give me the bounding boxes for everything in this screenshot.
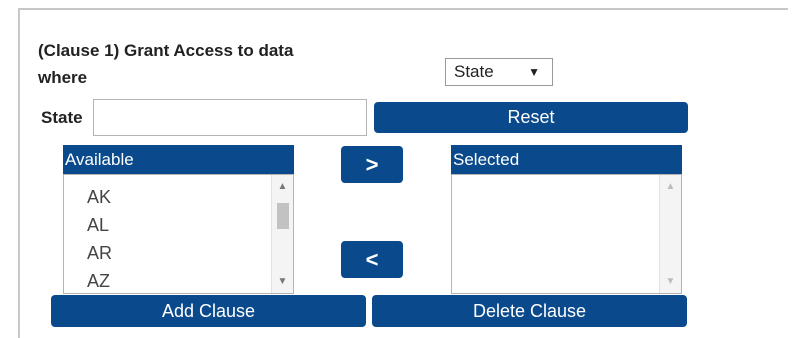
chevron-right-icon: > (365, 152, 379, 177)
clause-heading-line2: where (38, 68, 88, 87)
list-item[interactable]: AK (87, 187, 111, 208)
list-item[interactable]: AL (87, 215, 109, 236)
state-label: State (41, 108, 83, 127)
move-right-button[interactable]: > (341, 146, 403, 183)
scroll-down-arrow-icon[interactable]: ▼ (272, 276, 293, 287)
list-item[interactable]: AZ (87, 271, 110, 292)
selected-scrollbar[interactable]: ▲ ▼ (659, 175, 681, 293)
available-header: Available (63, 145, 294, 174)
selected-header: Selected (451, 145, 682, 174)
add-clause-button[interactable]: Add Clause (51, 295, 366, 327)
state-input[interactable] (93, 99, 367, 136)
filter-field-value: State (454, 62, 494, 81)
scroll-up-arrow-icon[interactable]: ▲ (272, 181, 293, 192)
move-left-button[interactable]: < (341, 241, 403, 278)
clause-heading: (Clause 1) Grant Access to data where (38, 37, 293, 91)
clause-heading-line1: (Clause 1) Grant Access to data (38, 41, 294, 60)
delete-clause-button[interactable]: Delete Clause (372, 295, 687, 327)
scroll-down-arrow-icon[interactable]: ▼ (660, 276, 681, 287)
available-scrollbar[interactable]: ▲ ▼ (271, 175, 293, 293)
list-item[interactable]: AR (87, 243, 112, 264)
chevron-left-icon: < (365, 247, 379, 272)
dropdown-caret-icon: ▼ (528, 65, 540, 79)
available-listbox[interactable]: AK AL AR AZ ▲ ▼ (63, 174, 294, 294)
reset-button[interactable]: Reset (374, 102, 688, 133)
scrollbar-thumb[interactable] (277, 203, 289, 229)
filter-field-select[interactable]: State ▼ (445, 58, 553, 86)
selected-listbox[interactable]: ▲ ▼ (451, 174, 682, 294)
scroll-up-arrow-icon[interactable]: ▲ (660, 181, 681, 192)
